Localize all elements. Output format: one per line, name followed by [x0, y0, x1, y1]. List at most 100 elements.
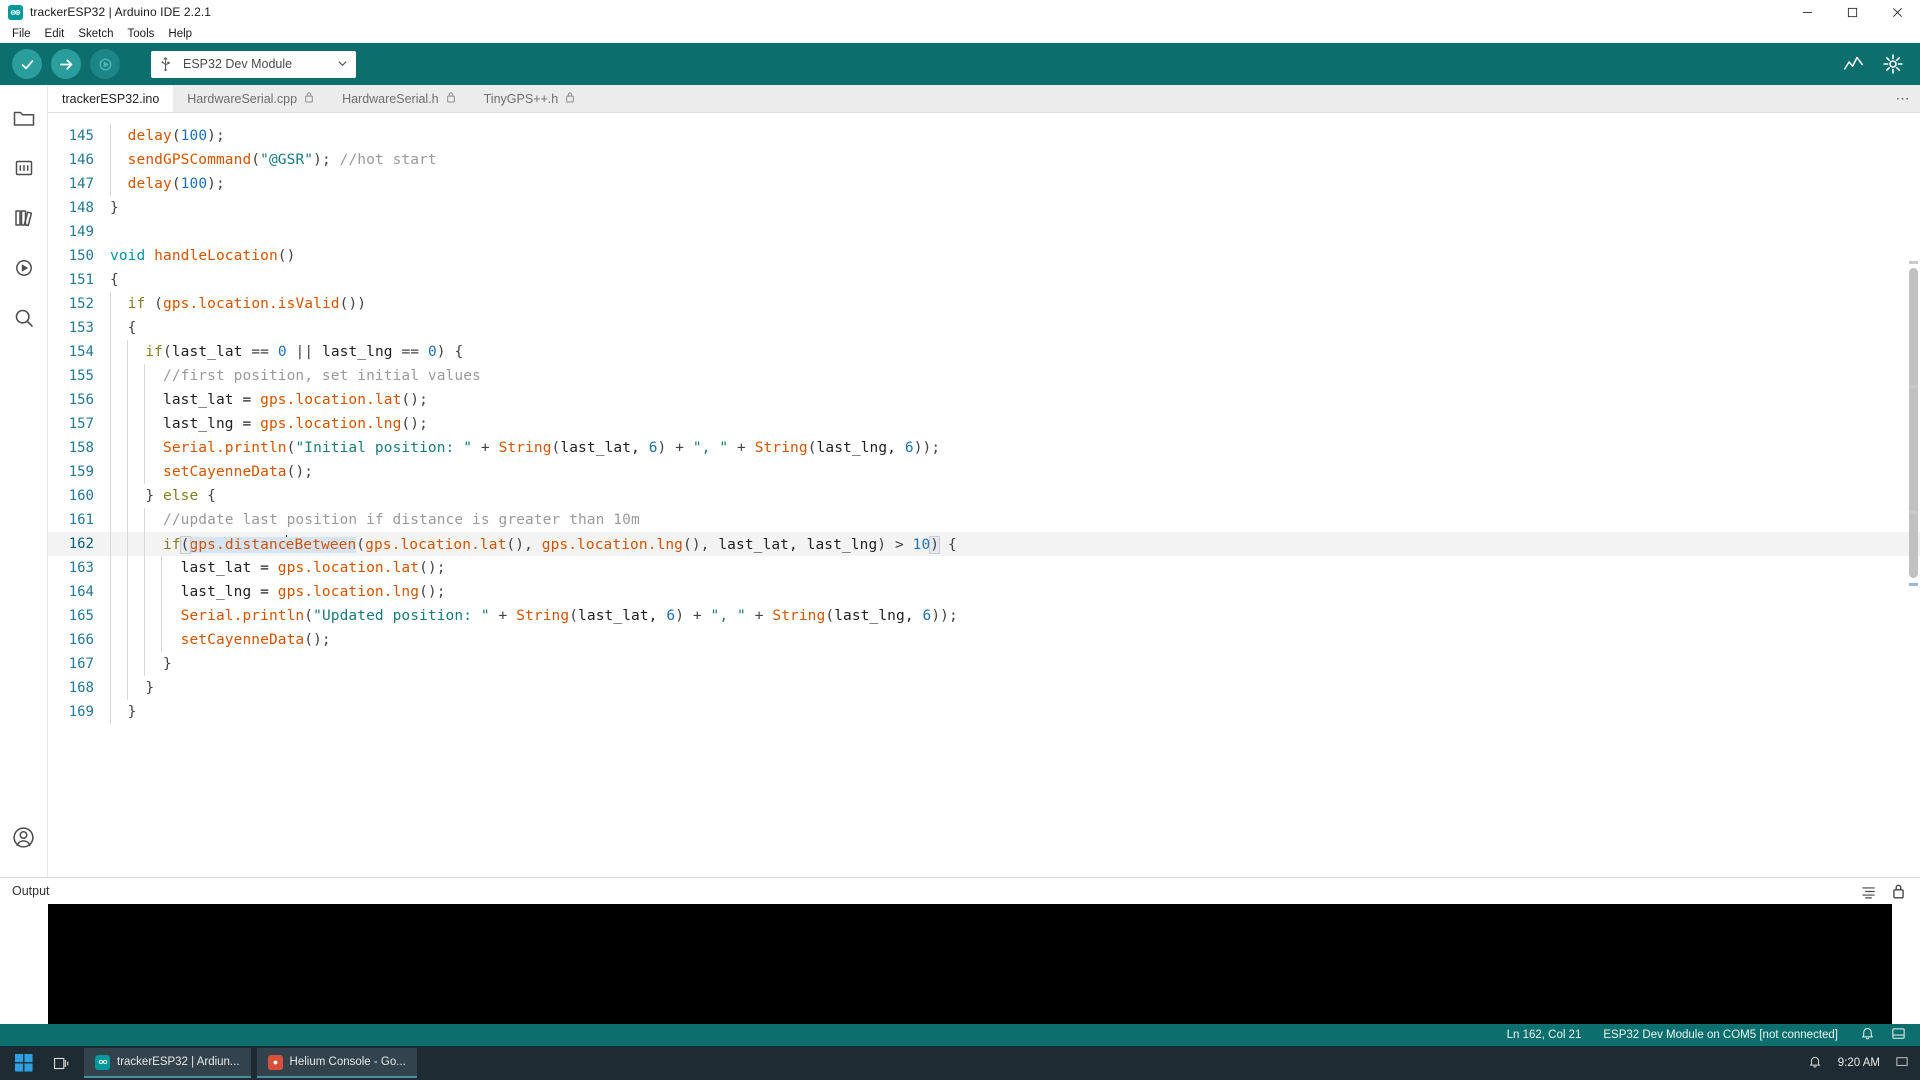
indent-guide [110, 532, 111, 556]
line-number: 147 [68, 176, 94, 192]
indent-guide [126, 460, 128, 484]
tab-tinygpspp-h[interactable]: TinyGPS++.h [469, 85, 590, 112]
output-actions [1860, 883, 1920, 900]
line-number: 168 [68, 680, 94, 696]
sidebar-item-boards-manager[interactable] [0, 145, 48, 195]
cursor-position-status[interactable]: Ln 162, Col 21 [1507, 1029, 1582, 1041]
menu-sketch[interactable]: Sketch [71, 25, 120, 43]
taskbar-item-arduino[interactable]: trackerESP32 | Ardiun... [84, 1048, 251, 1078]
code-editor[interactable]: 145 delay(100); 146 sendGPSCommand("@GSR"… [48, 113, 1920, 877]
debug-button[interactable] [90, 49, 120, 79]
indent-guide [110, 484, 111, 508]
code-line[interactable]: 160 } else { [48, 484, 1920, 508]
code-line[interactable]: 151 { [48, 268, 1920, 292]
indent-guide [110, 388, 111, 412]
tab-label: trackerESP32.ino [62, 91, 160, 106]
notification-icon[interactable] [1808, 1055, 1822, 1072]
code-text: void handleLocation() [110, 248, 296, 264]
code-line[interactable]: 168 } [48, 676, 1920, 700]
bell-icon[interactable] [1860, 1026, 1875, 1044]
indent-guide [160, 604, 162, 628]
code-line[interactable]: 150 void handleLocation() [48, 244, 1920, 268]
upload-button[interactable] [51, 49, 81, 79]
indent-guide [110, 700, 111, 724]
sidebar-item-search[interactable] [0, 295, 48, 345]
scroll-lock-icon[interactable] [1891, 883, 1906, 900]
indent-guide [110, 604, 111, 628]
toggle-panel-icon[interactable] [1891, 1026, 1906, 1044]
task-view-icon[interactable] [44, 1046, 78, 1080]
verify-button[interactable] [12, 49, 42, 79]
code-line[interactable]: 148} [48, 196, 1920, 220]
code-text: { [110, 272, 119, 288]
code-line[interactable]: 165 Serial.println("Updated position: " … [48, 604, 1920, 628]
account-button[interactable] [0, 815, 48, 865]
sidebar-item-sketchbook[interactable] [0, 95, 48, 145]
code-line[interactable]: 169 } [48, 700, 1920, 724]
code-line[interactable]: 146 sendGPSCommand("@GSR"); //hot start [48, 148, 1920, 172]
menu-edit[interactable]: Edit [38, 25, 72, 43]
code-line[interactable]: 167 } [48, 652, 1920, 676]
code-line[interactable]: 154 if(last_lat == 0 || last_lng == 0) { [48, 340, 1920, 364]
code-line[interactable]: 149 [48, 220, 1920, 244]
indent-guide [110, 340, 111, 364]
clear-output-icon[interactable] [1860, 883, 1877, 900]
usb-icon [159, 56, 172, 72]
code-line[interactable]: 147 delay(100); [48, 172, 1920, 196]
code-text: //update last position if distance is gr… [162, 512, 640, 528]
minimize-button[interactable] [1785, 0, 1830, 24]
tab-hardwareserial-cpp[interactable]: HardwareSerial.cpp [173, 85, 329, 112]
tab-overflow-menu-icon[interactable]: ⋯ [1886, 85, 1920, 112]
arduino-infinity-icon [8, 4, 23, 20]
code-line[interactable]: 161 //update last position if distance i… [48, 508, 1920, 532]
windows-start-icon[interactable] [4, 1046, 44, 1080]
board-selector[interactable]: ESP32 Dev Module [151, 50, 356, 78]
code-text: last_lng = gps.location.lng(); [162, 416, 428, 432]
code-line[interactable]: 166 setCayenneData(); [48, 628, 1920, 652]
code-line[interactable]: 159 setCayenneData(); [48, 460, 1920, 484]
editor-scrollbar[interactable] [1906, 113, 1920, 877]
status-bar: Ln 162, Col 21 ESP32 Dev Module on COM5 … [0, 1024, 1920, 1046]
workbench-body: trackerESP32.ino HardwareSerial.cpp Hard… [0, 85, 1920, 877]
scrollbar-mark [1909, 511, 1918, 514]
code-line[interactable]: 162 if(gps.distanceBetween(gps.location.… [48, 532, 1920, 556]
code-line[interactable]: 152 if (gps.location.isValid()) [48, 292, 1920, 316]
indent-guide [126, 652, 128, 676]
code-text: } [162, 656, 172, 672]
indent-guide [160, 580, 162, 604]
code-line[interactable]: 163 last_lat = gps.location.lat(); [48, 556, 1920, 580]
code-line[interactable]: 153 { [48, 316, 1920, 340]
indent-guide [143, 628, 145, 652]
code-line[interactable]: 145 delay(100); [48, 124, 1920, 148]
indent-guide [143, 388, 145, 412]
show-desktop-icon[interactable] [1896, 1056, 1908, 1071]
output-panel: Output [0, 877, 1920, 1024]
code-line[interactable]: 158 Serial.println("Initial position: " … [48, 436, 1920, 460]
indent-guide [110, 508, 111, 532]
serial-monitor-icon[interactable] [1882, 53, 1904, 75]
line-number: 151 [68, 272, 94, 288]
taskbar-clock[interactable]: 9:20 AM [1838, 1057, 1880, 1069]
tab-hardwareserial-h[interactable]: HardwareSerial.h [328, 85, 470, 112]
code-text: //first position, set initial values [162, 368, 481, 384]
output-console[interactable] [48, 904, 1892, 1024]
serial-plotter-icon[interactable] [1843, 54, 1864, 75]
maximize-button[interactable] [1830, 0, 1875, 24]
taskbar-item-helium-console[interactable]: Helium Console - Go... [256, 1048, 417, 1078]
close-button[interactable] [1875, 0, 1920, 24]
scrollbar-thumb[interactable] [1909, 268, 1918, 578]
code-line[interactable]: 157 last_lng = gps.location.lng(); [48, 412, 1920, 436]
menu-help[interactable]: Help [161, 25, 199, 43]
sidebar-item-library-manager[interactable] [0, 195, 48, 245]
menu-tools[interactable]: Tools [121, 25, 162, 43]
code-line[interactable]: 164 last_lng = gps.location.lng(); [48, 580, 1920, 604]
tab-trackeresp32-ino[interactable]: trackerESP32.ino [48, 85, 174, 112]
code-line[interactable]: 155 //first position, set initial values [48, 364, 1920, 388]
menu-file[interactable]: File [5, 25, 38, 43]
line-number: 161 [68, 512, 94, 528]
code-line[interactable]: 156 last_lat = gps.location.lat(); [48, 388, 1920, 412]
board-connection-status[interactable]: ESP32 Dev Module on COM5 [not connected] [1603, 1029, 1838, 1041]
indent-guide [110, 436, 111, 460]
sidebar-item-debug[interactable] [0, 245, 48, 295]
line-number: 163 [68, 560, 94, 576]
